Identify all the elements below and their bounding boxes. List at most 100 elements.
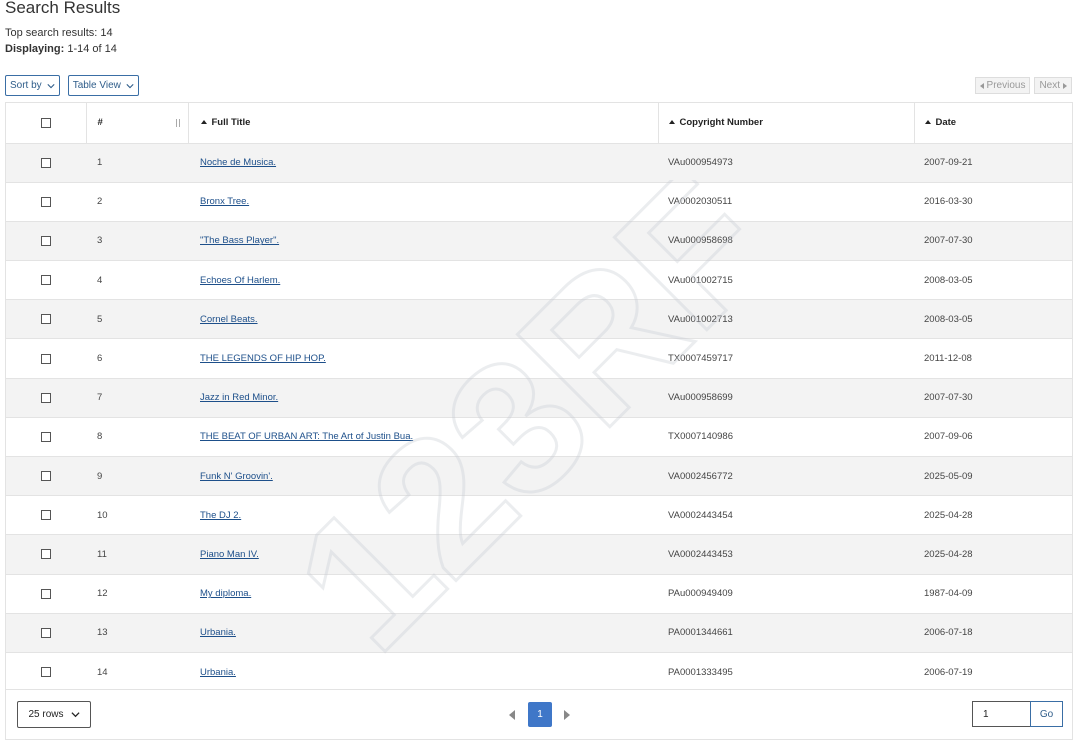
row-title-link[interactable]: Piano Man IV. xyxy=(200,549,259,560)
row-checkbox[interactable] xyxy=(41,471,51,482)
row-copyright-number: VA0002443454 xyxy=(668,509,733,521)
next-page-button[interactable]: Next xyxy=(1034,77,1072,94)
go-to-page-input[interactable] xyxy=(972,701,1030,727)
row-title-link[interactable]: Noche de Musica. xyxy=(200,157,276,168)
row-title-link[interactable]: THE LEGENDS OF HIP HOP. xyxy=(200,353,326,364)
row-number: 10 xyxy=(97,509,108,521)
row-copyright-number: VAu001002715 xyxy=(668,274,733,286)
row-number: 2 xyxy=(97,196,103,208)
row-title-cell: Jazz in Red Minor. xyxy=(188,378,658,417)
row-select-cell xyxy=(6,417,86,456)
sort-by-dropdown[interactable]: Sort by xyxy=(5,75,60,96)
displaying-label: Displaying: xyxy=(5,43,65,55)
row-select-cell xyxy=(6,613,86,652)
results-toolbar: Sort by Table View xyxy=(5,75,139,96)
row-title-link[interactable]: My diploma. xyxy=(200,588,251,599)
row-title-cell: Cornel Beats. xyxy=(188,300,658,339)
row-title-link[interactable]: Bronx Tree. xyxy=(200,196,249,207)
rows-per-page-dropdown[interactable]: 25 rows xyxy=(17,701,91,728)
row-number: 13 xyxy=(97,627,108,639)
row-title-cell: THE BEAT OF URBAN ART: The Art of Justin… xyxy=(188,417,658,456)
table-row: 11 Piano Man IV. VA0002443453 2025-04-28 xyxy=(6,534,1072,575)
table-row: 2 Bronx Tree. VA0002030511 2016-03-30 xyxy=(6,182,1072,222)
row-checkbox[interactable] xyxy=(41,314,51,325)
row-checkbox[interactable] xyxy=(41,157,51,168)
row-checkbox[interactable] xyxy=(41,353,51,364)
row-copyright-number: PA0001333495 xyxy=(668,666,733,678)
row-title-link[interactable]: Urbania. xyxy=(200,667,236,678)
table-row: 1 Noche de Musica. VAu000954973 2007-09-21 xyxy=(6,143,1072,183)
page-number-button[interactable]: 1 xyxy=(528,702,552,727)
row-select-cell xyxy=(6,535,86,574)
column-header-full-title[interactable]: Full Title xyxy=(188,103,659,143)
table-row: 12 My diploma. PAu000949409 1987-04-09 xyxy=(6,574,1072,614)
row-select-cell xyxy=(6,457,86,496)
row-date: 2008-03-05 xyxy=(924,313,973,325)
select-all-checkbox[interactable] xyxy=(40,117,51,128)
row-checkbox[interactable] xyxy=(41,510,51,521)
row-select-cell xyxy=(6,652,86,691)
row-title-cell: The DJ 2. xyxy=(188,496,658,535)
column-header-copyright-number[interactable]: Copyright Number xyxy=(658,103,915,143)
column-header-date[interactable]: Date xyxy=(914,103,1072,143)
table-body: 1 Noche de Musica. VAu000954973 2007-09-21 2… xyxy=(6,143,1072,692)
row-copyright-number: VAu000958699 xyxy=(668,392,733,404)
table-row: 14 Urbania. PA0001333495 2006-07-19 xyxy=(6,652,1072,692)
view-mode-dropdown[interactable]: Table View xyxy=(67,75,139,96)
sort-by-label: Sort by xyxy=(10,80,42,91)
previous-page-arrow-icon[interactable] xyxy=(509,710,515,720)
row-title-link[interactable]: Funk N' Groovin'. xyxy=(200,471,273,482)
row-number: 1 xyxy=(97,157,103,169)
row-select-cell xyxy=(6,261,86,300)
row-title-link[interactable]: Cornel Beats. xyxy=(200,314,258,325)
row-title-link[interactable]: Urbania. xyxy=(200,627,236,638)
row-date: 2007-09-06 xyxy=(924,431,973,443)
sort-ascending-icon xyxy=(924,120,931,125)
row-title-link[interactable]: "The Bass Player". xyxy=(200,235,279,246)
row-copyright-number: PAu000949409 xyxy=(668,588,733,600)
row-title-link[interactable]: The DJ 2. xyxy=(200,510,241,521)
row-checkbox[interactable] xyxy=(41,549,51,560)
next-label: Next xyxy=(1039,80,1060,91)
row-checkbox[interactable] xyxy=(41,627,51,638)
row-date: 1987-04-09 xyxy=(924,588,973,600)
row-date: 2008-03-05 xyxy=(924,274,973,286)
row-title-link[interactable]: Echoes Of Harlem. xyxy=(200,275,280,286)
row-checkbox[interactable] xyxy=(41,235,51,246)
table-header-row: # Full Title Copyright Number Date xyxy=(6,103,1072,143)
row-checkbox[interactable] xyxy=(41,196,51,207)
table-row: 9 Funk N' Groovin'. VA0002456772 2025-05-09 xyxy=(6,456,1072,496)
row-date: 2007-07-30 xyxy=(924,392,973,404)
row-checkbox[interactable] xyxy=(41,431,51,442)
row-select-cell xyxy=(6,378,86,417)
previous-page-button[interactable]: Previous xyxy=(974,77,1031,94)
row-select-cell xyxy=(6,339,86,378)
table-row: 6 THE LEGENDS OF HIP HOP. TX0007459717 2011… xyxy=(6,338,1072,379)
results-summary: Top search results: 14 Displaying: 1-14 … xyxy=(5,25,117,57)
row-date: 2025-05-09 xyxy=(924,470,973,482)
sort-ascending-icon xyxy=(200,120,207,125)
row-copyright-number: VAu000958698 xyxy=(668,235,733,247)
row-date: 2007-07-30 xyxy=(924,235,973,247)
next-page-arrow-icon[interactable] xyxy=(564,710,570,720)
row-title-cell: Urbania. xyxy=(188,652,658,691)
table-row: 8 THE BEAT OF URBAN ART: The Art of Justi… xyxy=(6,417,1072,457)
row-number: 14 xyxy=(97,666,108,678)
table-row: 4 Echoes Of Harlem. VAu001002715 2008-03-05 xyxy=(6,260,1072,300)
row-number: 9 xyxy=(97,470,103,482)
row-checkbox[interactable] xyxy=(41,588,51,599)
row-title-link[interactable]: THE BEAT OF URBAN ART: The Art of Justin… xyxy=(200,431,413,442)
rows-per-page-label: 25 rows xyxy=(28,709,64,720)
row-title-cell: Echoes Of Harlem. xyxy=(188,261,658,300)
row-date: 2016-03-30 xyxy=(924,196,973,208)
row-select-cell xyxy=(6,574,86,613)
row-checkbox[interactable] xyxy=(41,667,51,678)
row-checkbox[interactable] xyxy=(41,392,51,403)
row-title-cell: "The Bass Player". xyxy=(188,221,658,260)
row-checkbox[interactable] xyxy=(41,275,51,286)
column-resize-handle[interactable] xyxy=(175,119,180,127)
row-date: 2025-04-28 xyxy=(924,548,973,560)
view-mode-label: Table View xyxy=(72,80,121,91)
row-title-link[interactable]: Jazz in Red Minor. xyxy=(200,392,278,403)
go-button[interactable]: Go xyxy=(1030,701,1063,727)
